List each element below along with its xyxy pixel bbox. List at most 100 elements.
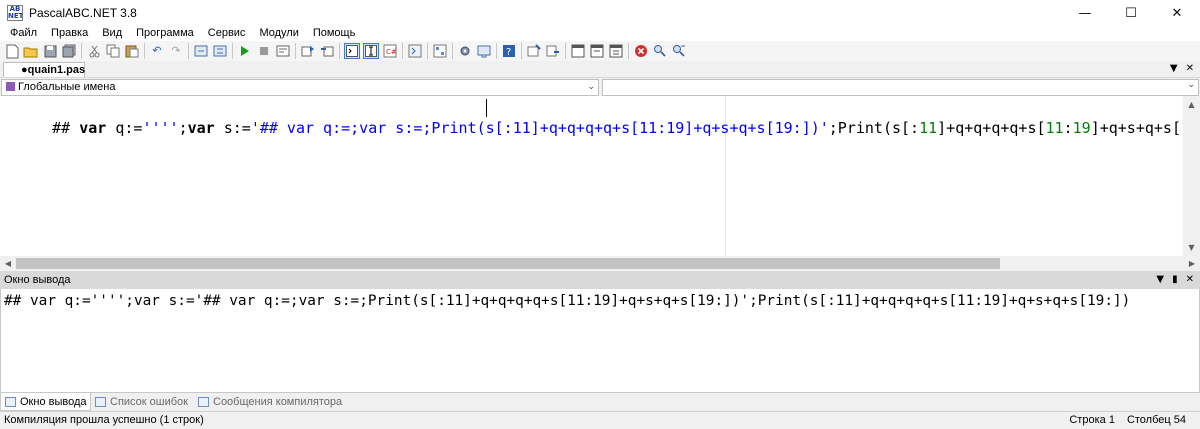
- menu-edit[interactable]: Правка: [44, 26, 95, 41]
- paste-icon[interactable]: [124, 43, 140, 59]
- rebuild-icon[interactable]: [212, 43, 228, 59]
- text-caret: [486, 99, 487, 117]
- compiler-messages-icon: [198, 397, 209, 407]
- designer-icon[interactable]: C#: [382, 43, 398, 59]
- code-token: 19: [1072, 119, 1091, 137]
- toolbar-separator: [188, 43, 189, 59]
- tab-error-list[interactable]: Список ошибок: [91, 393, 194, 411]
- window-3-icon[interactable]: [608, 43, 624, 59]
- save-all-icon[interactable]: [61, 43, 77, 59]
- scroll-left-icon[interactable]: ◀: [0, 256, 16, 271]
- status-message: Компиляция прошла успешно (1 строк): [4, 414, 204, 426]
- chevron-down-icon: ⌄: [1187, 80, 1195, 90]
- output-window-icon: [5, 397, 16, 407]
- toolbar-separator: [81, 43, 82, 59]
- tab-quain1[interactable]: ●quain1.pas: [3, 62, 85, 77]
- toolbar-separator: [521, 43, 522, 59]
- scroll-right-icon[interactable]: ▶: [1184, 256, 1200, 271]
- panel-menu-icon[interactable]: ▼: [1156, 271, 1164, 289]
- output-window-toggle-icon[interactable]: [344, 43, 360, 59]
- cut-icon[interactable]: [86, 43, 102, 59]
- horizontal-scroll-thumb[interactable]: [16, 258, 1000, 269]
- output-panel-title: Окно вывода: [4, 274, 71, 286]
- toolbar-separator: [232, 43, 233, 59]
- code-token: 11: [919, 119, 938, 137]
- menu-file[interactable]: Файл: [3, 26, 44, 41]
- toolbar-separator: [144, 43, 145, 59]
- step-into-icon[interactable]: [300, 43, 316, 59]
- save-icon[interactable]: [42, 43, 58, 59]
- editor-tab-strip: ●quain1.pas ▼ ✕: [0, 61, 1200, 77]
- code-token: ;Print(s[:: [828, 119, 920, 137]
- editor-horizontal-scrollbar[interactable]: ◀ ▶: [0, 256, 1200, 271]
- debug-icon[interactable]: [275, 43, 291, 59]
- scope-select[interactable]: Глобальные имена ⌄: [1, 79, 599, 96]
- code-editor[interactable]: ## var q:='''';var s:='## var q:=;var s:…: [0, 96, 1200, 256]
- close-tab-icon[interactable]: ✕: [1186, 61, 1194, 77]
- close-window-button[interactable]: ✕: [1154, 0, 1200, 26]
- code-token: s:=: [214, 119, 251, 137]
- menu-modules[interactable]: Модули: [252, 26, 305, 41]
- undo-icon[interactable]: ↶: [149, 43, 165, 59]
- menu-bar: Файл Правка Вид Программа Сервис Модули …: [0, 26, 1200, 41]
- toolbar-separator: [339, 43, 340, 59]
- toolbar-separator: [452, 43, 453, 59]
- indent-icon[interactable]: [407, 43, 423, 59]
- editor-vertical-scrollbar[interactable]: ▲ ▼: [1183, 96, 1200, 256]
- close-panel-icon[interactable]: ✕: [1186, 271, 1194, 289]
- output-panel-controls: ▼ ▮ ✕: [1156, 271, 1194, 289]
- step-over-icon[interactable]: [319, 43, 335, 59]
- scroll-up-icon[interactable]: ▲: [1183, 96, 1200, 113]
- toolbar-separator: [427, 43, 428, 59]
- code-token: ]+q+s+q+s[: [1090, 119, 1181, 137]
- menu-help[interactable]: Помощь: [306, 26, 363, 41]
- error-stop-icon[interactable]: [633, 43, 649, 59]
- line-value: 1: [1108, 414, 1115, 426]
- options-icon[interactable]: [476, 43, 492, 59]
- build-icon[interactable]: [526, 43, 542, 59]
- stop-icon[interactable]: [256, 43, 272, 59]
- svg-text:?: ?: [506, 47, 511, 58]
- cursor-position: Строка 1 Столбец 54: [1069, 412, 1186, 429]
- scroll-down-icon[interactable]: ▼: [1183, 239, 1200, 256]
- chevron-down-icon: ⌄: [587, 82, 595, 92]
- menu-service[interactable]: Сервис: [201, 26, 253, 41]
- namespace-icon: [6, 82, 15, 91]
- member-select[interactable]: ⌄: [602, 79, 1199, 96]
- copy-icon[interactable]: [105, 43, 121, 59]
- tab-compiler-messages[interactable]: Сообщения компилятора: [194, 393, 348, 411]
- code-token: ##: [52, 119, 80, 137]
- title-bar: AB NET PascalABC.NET 3.8 — ☐ ✕: [0, 0, 1200, 26]
- menu-view[interactable]: Вид: [95, 26, 129, 41]
- window-1-icon[interactable]: [570, 43, 586, 59]
- output-panel-header: Окно вывода ▼ ▮ ✕: [0, 271, 1200, 289]
- svg-text:C#: C#: [386, 48, 397, 56]
- output-text: ## var q:='''';var s:='## var q:=;var s:…: [4, 293, 1131, 309]
- minimize-button[interactable]: —: [1062, 0, 1108, 26]
- tab-output-window[interactable]: Окно вывода: [0, 393, 91, 411]
- settings-icon[interactable]: [457, 43, 473, 59]
- window-2-icon[interactable]: [589, 43, 605, 59]
- tab-strip-controls: ▼ ✕: [1170, 61, 1194, 77]
- code-token: var: [79, 119, 107, 137]
- replace-icon[interactable]: [671, 43, 687, 59]
- run-icon[interactable]: [237, 43, 253, 59]
- open-folder-icon[interactable]: [23, 43, 39, 59]
- deploy-icon[interactable]: [545, 43, 561, 59]
- code-line-1[interactable]: ## var q:='''';var s:='## var q:=;var s:…: [16, 98, 1200, 158]
- menu-program[interactable]: Программа: [129, 26, 201, 41]
- redo-icon[interactable]: ↷: [168, 43, 184, 59]
- tab-list-dropdown-icon[interactable]: ▼: [1170, 61, 1178, 77]
- maximize-button[interactable]: ☐: [1108, 0, 1154, 26]
- error-list-icon: [95, 397, 106, 407]
- new-file-icon[interactable]: [4, 43, 20, 59]
- toolbar-separator: [295, 43, 296, 59]
- help-icon[interactable]: ?: [501, 43, 517, 59]
- form-designer-icon[interactable]: [432, 43, 448, 59]
- scope-bar: Глобальные имена ⌄ ⌄: [0, 77, 1200, 96]
- compile-icon[interactable]: [193, 43, 209, 59]
- pin-icon[interactable]: ▮: [1172, 271, 1178, 289]
- console-window-toggle-icon[interactable]: [363, 43, 379, 59]
- find-icon[interactable]: [652, 43, 668, 59]
- output-window[interactable]: ## var q:='''';var s:='## var q:=;var s:…: [0, 289, 1200, 392]
